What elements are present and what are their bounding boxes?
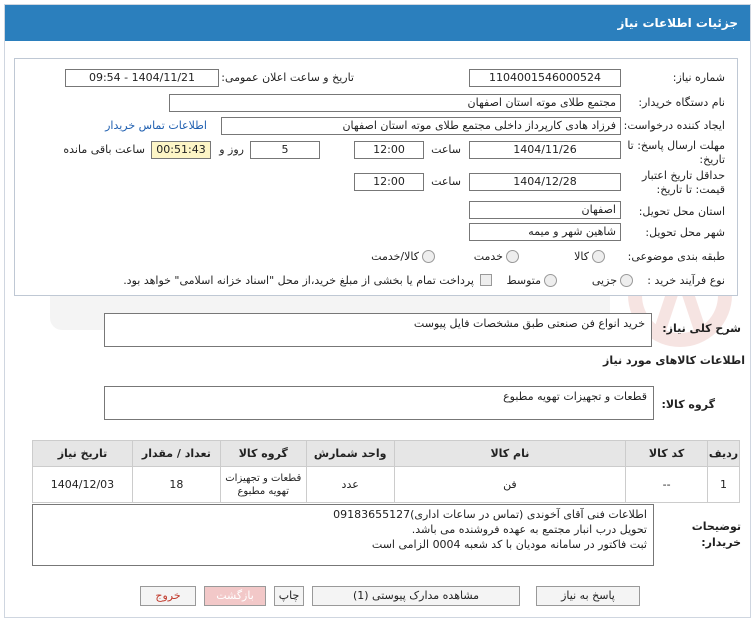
- province-label: استان محل تحویل:: [638, 205, 725, 218]
- col-row-header: ردیف: [707, 440, 740, 467]
- days-field: 5: [250, 141, 320, 159]
- need-info-box: شماره نیاز: 1104001546000524 تاریخ و ساع…: [14, 58, 738, 296]
- deadline-date-field: 1404/11/26: [469, 141, 621, 159]
- attachments-button[interactable]: مشاهده مدارک پیوستی (1): [312, 586, 520, 606]
- back-button[interactable]: بازگشت: [204, 586, 266, 606]
- category-goods-label: کالا: [574, 250, 589, 263]
- items-table-header-row: ردیف کد کالا نام کالا واحد شمارش گروه کا…: [32, 440, 740, 467]
- min-valid-time-field: 12:00: [354, 173, 424, 191]
- cell-unit: عدد: [305, 466, 395, 503]
- description-label: شرح کلی نیاز:: [662, 322, 741, 335]
- process-minor-radio[interactable]: [620, 274, 633, 287]
- city-field: شاهین شهر و میمه: [469, 223, 621, 241]
- buyer-note-line: ثبت فاکتور در سامانه مودیان با کد شعبه 0…: [371, 538, 647, 551]
- category-both-radio[interactable]: [422, 250, 435, 263]
- table-row: 1 -- فن عدد قطعات و تجهیزات تهویه مطبوع …: [32, 466, 740, 503]
- col-group-header: گروه کالا: [219, 440, 307, 467]
- goods-group-field: قطعات و تجهیزات تهویه مطبوع: [104, 386, 654, 420]
- col-code-header: کد کالا: [625, 440, 709, 467]
- deadline-label-2: تاریخ:: [699, 153, 725, 166]
- items-table: ردیف کد کالا نام کالا واحد شمارش گروه کا…: [32, 440, 740, 503]
- col-name-header: نام کالا: [393, 440, 627, 467]
- cell-name: فن: [393, 466, 627, 503]
- deadline-label: مهلت ارسال پاسخ: تا: [627, 139, 725, 152]
- buyer-org-field: مجتمع طلای موته استان اصفهان: [169, 94, 621, 112]
- exit-button[interactable]: خروج: [140, 586, 196, 606]
- col-qty-header: تعداد / مقدار: [131, 440, 221, 467]
- buyer-notes-label-2: خریدار:: [701, 536, 741, 549]
- category-both-label: کالا/خدمت: [371, 250, 419, 263]
- treasury-payment-checkbox[interactable]: [480, 274, 492, 286]
- col-date-header: تاریخ نیاز: [32, 440, 133, 467]
- process-label: نوع فرآیند خرید :: [647, 274, 725, 287]
- min-valid-date-field: 1404/12/28: [469, 173, 621, 191]
- deadline-time-field: 12:00: [354, 141, 424, 159]
- cell-qty: 18: [131, 466, 221, 503]
- panel-title: جزئیات اطلاعات نیاز: [617, 16, 738, 30]
- buyer-contact-link[interactable]: اطلاعات تماس خریدار: [105, 119, 207, 132]
- buyer-note-line: اطلاعات فنی آقای آخوندی (تماس در ساعات ا…: [333, 508, 647, 521]
- buyer-org-label: نام دستگاه خریدار:: [638, 96, 725, 109]
- creator-field: فرزاد هادی کارپرداز داخلی مجتمع طلای موت…: [221, 117, 621, 135]
- cell-group: قطعات و تجهیزات تهویه مطبوع: [219, 466, 307, 503]
- days-label: روز و: [219, 143, 244, 156]
- category-service-label: خدمت: [473, 250, 503, 263]
- remaining-time-field: 00:51:43: [151, 141, 211, 159]
- goods-group-label: گروه کالا:: [661, 398, 715, 411]
- cell-row: 1: [707, 466, 740, 503]
- announce-field: 1404/11/21 - 09:54: [65, 69, 219, 87]
- cell-date: 1404/12/03: [32, 466, 133, 503]
- need-number-label: شماره نیاز:: [672, 71, 725, 84]
- category-goods-radio[interactable]: [592, 250, 605, 263]
- treasury-payment-note: پرداخت تمام یا بخشی از مبلغ خرید،از محل …: [123, 274, 474, 287]
- cell-code: --: [625, 466, 709, 503]
- panel-header: جزئیات اطلاعات نیاز: [5, 5, 750, 41]
- remaining-label: ساعت باقی مانده: [63, 143, 145, 156]
- col-unit-header: واحد شمارش: [305, 440, 395, 467]
- min-valid-label: حداقل تاریخ اعتبار: [641, 169, 725, 182]
- min-valid-label-2: قیمت: تا تاریخ:: [656, 183, 725, 196]
- category-label: طبقه بندی موضوعی:: [627, 250, 725, 263]
- announce-label: تاریخ و ساعت اعلان عمومی:: [221, 71, 354, 84]
- buyer-notes-label: توضیحات: [691, 520, 741, 533]
- deadline-time-label: ساعت: [431, 143, 461, 156]
- buyer-note-line: تحویل درب انبار مجتمع به عهده فروشنده می…: [411, 523, 647, 536]
- print-button[interactable]: چاپ: [274, 586, 304, 606]
- description-field: خرید انواع فن صنعتی طبق مشخصات فایل پیوس…: [104, 313, 652, 347]
- process-medium-label: متوسط: [506, 274, 541, 287]
- process-medium-radio[interactable]: [544, 274, 557, 287]
- process-minor-label: جزیی: [591, 274, 617, 287]
- min-valid-time-label: ساعت: [431, 175, 461, 188]
- need-number-field: 1104001546000524: [469, 69, 621, 87]
- goods-info-title: اطلاعات کالاهای مورد نیاز: [603, 354, 745, 367]
- buyer-notes-field: اطلاعات فنی آقای آخوندی (تماس در ساعات ا…: [32, 504, 654, 566]
- province-field: اصفهان: [469, 201, 621, 219]
- creator-label: ایجاد کننده درخواست:: [623, 119, 725, 132]
- reply-button[interactable]: پاسخ به نیاز: [536, 586, 640, 606]
- category-service-radio[interactable]: [506, 250, 519, 263]
- city-label: شهر محل تحویل:: [645, 226, 725, 239]
